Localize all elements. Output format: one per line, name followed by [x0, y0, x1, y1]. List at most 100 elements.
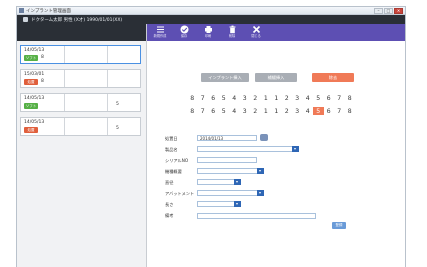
- tooth-lower[interactable]: 2: [250, 107, 261, 115]
- chevron-down-icon[interactable]: [234, 179, 241, 185]
- maximize-button[interactable]: □: [384, 8, 393, 14]
- tooth-lower[interactable]: 1: [261, 107, 272, 115]
- tooth-upper[interactable]: 1: [271, 94, 282, 102]
- tooth-upper[interactable]: 3: [292, 94, 303, 102]
- card-divider: [107, 70, 108, 87]
- record-value: 8: [41, 55, 44, 60]
- chevron-down-icon[interactable]: [234, 201, 241, 207]
- tooth-upper[interactable]: 8: [187, 94, 198, 102]
- calendar-icon[interactable]: [260, 134, 268, 141]
- tooth-lower[interactable]: 6: [208, 107, 219, 115]
- abutment-insert-button[interactable]: 補綴挿入: [255, 73, 297, 82]
- tooth-lower[interactable]: 3: [240, 107, 251, 115]
- print-label: 印刷: [204, 34, 212, 38]
- product-select[interactable]: [197, 146, 299, 152]
- tooth-upper[interactable]: 2: [250, 94, 261, 102]
- tooth-upper[interactable]: 5: [219, 94, 230, 102]
- tooth-lower[interactable]: 3: [292, 107, 303, 115]
- abutment-select[interactable]: [197, 190, 264, 196]
- card-divider: [107, 94, 108, 111]
- tooth-lower[interactable]: 6: [324, 107, 335, 115]
- app-window: インプラント管理画面 – □ ✕ ドクターム太郎 男性 (X才) 1990/01…: [16, 6, 406, 267]
- sidebar-header: [17, 24, 146, 41]
- tooth-upper[interactable]: 8: [345, 94, 356, 102]
- card-divider: [107, 46, 108, 63]
- notes-field[interactable]: [197, 213, 316, 219]
- tooth-lower[interactable]: 4: [229, 107, 240, 115]
- tooth-lower[interactable]: 8: [345, 107, 356, 115]
- tooth-lower[interactable]: 8: [187, 107, 198, 115]
- delete-button[interactable]: 削除: [222, 25, 242, 40]
- close-window-button[interactable]: ✕: [394, 8, 403, 14]
- print-icon: [198, 25, 218, 34]
- main-content: インプラント挿入 補綴挿入 除去 8 7 6 5 4 3 2 1 1 2 3 4…: [147, 41, 405, 267]
- chevron-down-icon[interactable]: [292, 146, 299, 152]
- trash-icon: [222, 25, 242, 34]
- chevron-down-icon[interactable]: [257, 190, 264, 196]
- record-date: 14/05/13: [24, 96, 45, 101]
- tooth-upper[interactable]: 5: [313, 94, 324, 102]
- minimize-button[interactable]: –: [374, 8, 383, 14]
- chevron-down-icon[interactable]: [257, 168, 264, 174]
- tooth-lower[interactable]: 5: [219, 107, 230, 115]
- tooth-upper[interactable]: 3: [240, 94, 251, 102]
- record-sidebar: 14/05/13 ソフト 8 15/03/01 処置 8 14/05/13 ソフ…: [17, 24, 147, 267]
- record-card[interactable]: 14/05/13 処置 5: [20, 117, 141, 136]
- new-button[interactable]: 新規作成: [150, 25, 170, 40]
- tooth-lower-selected[interactable]: 5: [313, 107, 324, 115]
- tooth-upper[interactable]: 4: [303, 94, 314, 102]
- tooth-upper[interactable]: 4: [229, 94, 240, 102]
- tooth-lower[interactable]: 2: [282, 107, 293, 115]
- list-icon: [150, 25, 170, 34]
- status-badge: 処置: [24, 127, 38, 133]
- length-select[interactable]: [197, 201, 241, 207]
- tooth-lower[interactable]: 7: [334, 107, 345, 115]
- tooth-chart-upper: 8 7 6 5 4 3 2 1 1 2 3 4 5 6 7 8: [187, 94, 355, 102]
- tooth-upper[interactable]: 6: [324, 94, 335, 102]
- card-divider: [64, 46, 65, 63]
- card-divider: [64, 118, 65, 135]
- diameter-select[interactable]: [197, 179, 241, 185]
- tooth-upper[interactable]: 1: [261, 94, 272, 102]
- tooth-lower[interactable]: 1: [271, 107, 282, 115]
- status-badge: 処置: [24, 79, 38, 85]
- implant-insert-button[interactable]: インプラント挿入: [201, 73, 249, 82]
- tooth-upper[interactable]: 2: [282, 94, 293, 102]
- card-divider: [64, 70, 65, 87]
- serial-field[interactable]: [197, 157, 257, 163]
- record-card[interactable]: 14/05/13 ソフト 8: [20, 45, 141, 64]
- record-card[interactable]: 14/05/13 ソフト 5: [20, 93, 141, 112]
- card-divider: [107, 118, 108, 135]
- tooth-lower[interactable]: 7: [198, 107, 209, 115]
- abutment-label: アバットメント: [165, 191, 195, 196]
- window-title: インプラント管理画面: [26, 8, 71, 14]
- record-card[interactable]: 15/03/01 処置 8: [20, 69, 141, 88]
- main-toolbar: 新規作成 保存 印刷 削除 閉じる: [147, 24, 405, 41]
- delete-label: 削除: [228, 34, 236, 38]
- tooth-upper[interactable]: 6: [208, 94, 219, 102]
- patient-bar: ドクターム太郎 男性 (X才) 1990/01/01(XX): [17, 15, 405, 24]
- app-icon: [19, 8, 24, 13]
- tooth-lower[interactable]: 4: [303, 107, 314, 115]
- product-label: 製品名: [165, 147, 178, 152]
- print-button[interactable]: 印刷: [198, 25, 218, 40]
- remove-button[interactable]: 除去: [312, 73, 354, 82]
- register-button[interactable]: 登録: [332, 222, 346, 229]
- status-badge: ソフト: [24, 103, 38, 109]
- close-label: 閉じる: [251, 34, 261, 38]
- tooth-upper[interactable]: 7: [198, 94, 209, 102]
- window-controls: – □ ✕: [374, 8, 403, 14]
- model-label: 機種概要: [165, 169, 182, 174]
- title-bar: インプラント管理画面 – □ ✕: [17, 7, 405, 15]
- model-select[interactable]: [197, 168, 264, 174]
- record-value: 8: [41, 79, 44, 84]
- serial-label: シリアルNO: [165, 158, 189, 163]
- patient-icon: [23, 17, 28, 22]
- close-button[interactable]: 閉じる: [246, 25, 266, 40]
- save-button[interactable]: 保存: [174, 25, 194, 40]
- tooth-upper[interactable]: 7: [334, 94, 345, 102]
- notes-label: 備考: [165, 213, 174, 218]
- check-icon: [174, 25, 194, 34]
- date-field[interactable]: 2014/01/13: [197, 135, 257, 141]
- save-label: 保存: [180, 34, 188, 38]
